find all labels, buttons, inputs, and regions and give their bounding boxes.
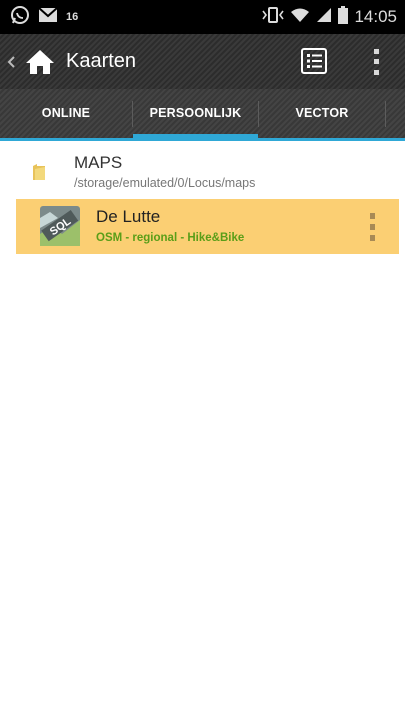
status-bar-system: 14:05 — [262, 0, 397, 34]
tab-vector[interactable]: VECTOR — [259, 89, 385, 138]
folder-row-maps[interactable]: MAPS /storage/emulated/0/Locus/maps — [0, 145, 405, 197]
folder-icon — [32, 163, 46, 181]
overflow-menu-icon[interactable] — [366, 46, 386, 78]
sql-map-icon: SQL — [38, 204, 82, 248]
gmail-icon — [38, 6, 58, 28]
vibrate-icon — [262, 6, 285, 28]
tab-online[interactable]: ONLINE — [0, 89, 132, 138]
wifi-icon — [290, 7, 310, 28]
map-subtitle: OSM - regional - Hike&Bike — [96, 232, 245, 244]
notification-count-badge: 16 — [66, 11, 79, 23]
map-list-item[interactable]: SQL De Lutte OSM - regional - Hike&Bike — [16, 199, 399, 254]
signal-icon — [316, 7, 332, 28]
action-bar: Kaarten — [0, 34, 405, 89]
back-chevron-icon[interactable] — [6, 34, 16, 89]
item-overflow-menu-icon[interactable] — [366, 213, 378, 241]
list-view-icon[interactable] — [300, 47, 328, 75]
map-title: De Lutte — [96, 207, 161, 226]
battery-icon — [338, 5, 349, 29]
whatsapp-icon — [10, 5, 30, 30]
page-title: Kaarten — [66, 50, 137, 72]
tab-divider — [385, 101, 386, 127]
status-bar: 16 14:05 — [0, 0, 405, 34]
folder-path: /storage/emulated/0/Locus/maps — [74, 176, 256, 190]
status-bar-notifications: 16 — [10, 0, 78, 34]
tab-bar: ONLINE PERSOONLIJK VECTOR — [0, 89, 405, 141]
folder-name: MAPS — [74, 153, 123, 172]
tab-persoonlijk[interactable]: PERSOONLIJK — [133, 89, 258, 138]
clock: 14:05 — [354, 7, 397, 26]
home-icon[interactable] — [24, 34, 56, 89]
